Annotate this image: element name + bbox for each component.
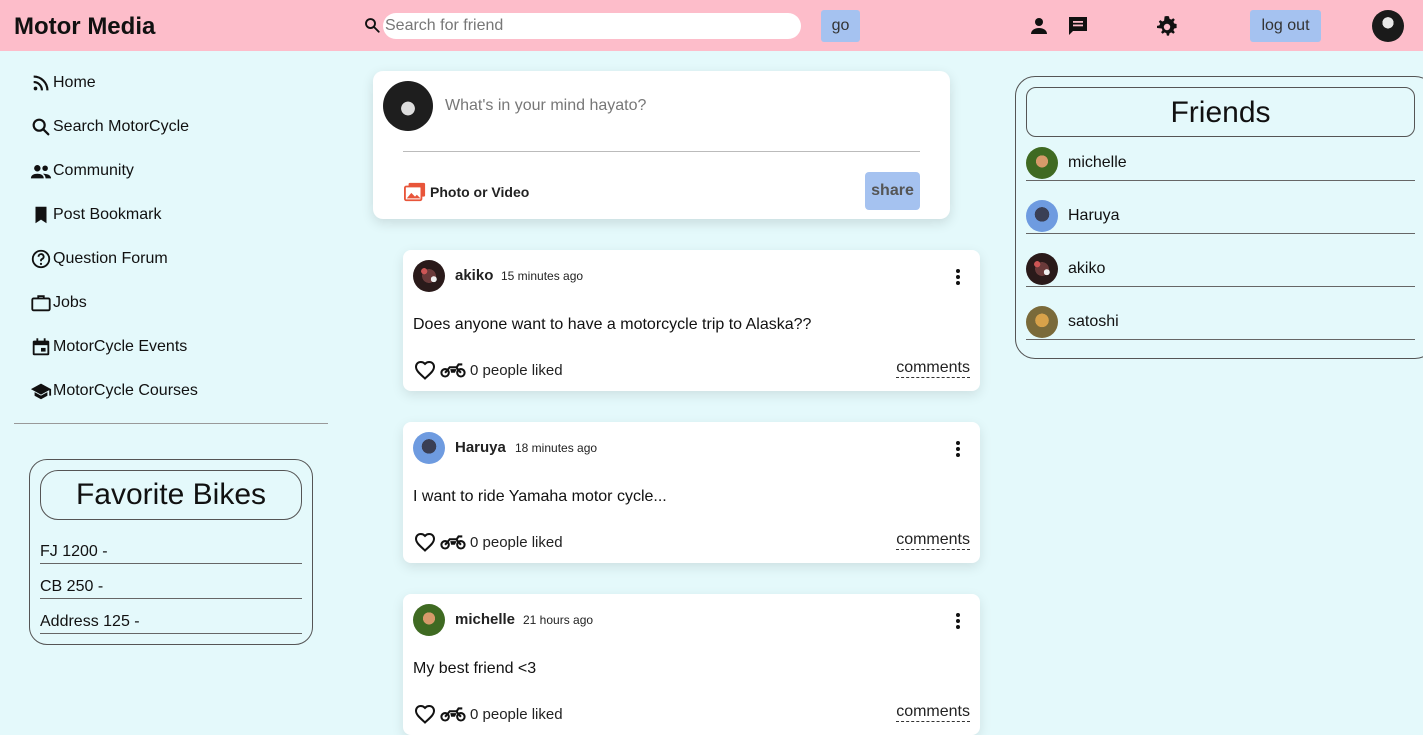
sidebar-item-search-motorcycle[interactable]: Search MotorCycle (30, 115, 189, 139)
people-icon (30, 165, 52, 179)
avatar (383, 81, 433, 131)
sidebar-item-courses[interactable]: MotorCycle Courses (30, 379, 198, 403)
like-count: 0 people liked (470, 705, 563, 723)
more-vert-icon[interactable] (948, 439, 968, 459)
share-divider (403, 151, 920, 152)
like-row: 0 people liked (413, 702, 563, 726)
app-logo[interactable]: Motor Media (14, 13, 155, 41)
post-text: My best friend <3 (413, 660, 537, 677)
post-username[interactable]: akiko (455, 267, 493, 284)
search-icon (365, 18, 380, 33)
post-username[interactable]: michelle (455, 611, 515, 628)
post-timestamp: 18 minutes ago (515, 441, 598, 455)
sidebar: Home Search MotorCycle Community Post Bo… (0, 51, 350, 735)
post-input[interactable]: What's in your mind hayato? (445, 97, 646, 115)
search-input[interactable] (383, 13, 801, 39)
avatar[interactable] (413, 604, 445, 636)
search-icon (32, 118, 50, 136)
more-vert-icon[interactable] (948, 611, 968, 631)
share-box: What's in your mind hayato? Photo or Vid… (373, 71, 950, 219)
like-count: 0 people liked (470, 361, 563, 379)
friend-name: akiko (1068, 260, 1106, 277)
avatar (1026, 306, 1058, 338)
motorcycle-icon[interactable] (440, 533, 466, 551)
post-card: akiko 15 minutes ago Does anyone want to… (403, 250, 980, 391)
more-vert-icon[interactable] (948, 267, 968, 287)
sidebar-item-label: MotorCycle Courses (53, 382, 198, 399)
friends-panel: Friends michelle Haruya akiko satoshi (1015, 76, 1423, 359)
graduation-cap-icon (30, 383, 52, 400)
post-card: michelle 21 hours ago My best friend <3 … (403, 594, 980, 735)
go-button[interactable]: go (821, 10, 860, 42)
comments-link[interactable]: comments (896, 359, 970, 378)
like-row: 0 people liked (413, 530, 563, 554)
motorcycle-icon[interactable] (440, 361, 466, 379)
post-card: Haruya 18 minutes ago I want to ride Yam… (403, 422, 980, 563)
photo-video-label: Photo or Video (430, 184, 530, 200)
sidebar-item-bookmark[interactable]: Post Bookmark (30, 203, 161, 227)
photo-icon (403, 182, 426, 202)
friend-item[interactable]: michelle (1026, 147, 1415, 181)
question-icon (31, 249, 51, 269)
chat-icon[interactable] (1066, 14, 1090, 38)
friend-name: Haruya (1068, 207, 1120, 224)
sidebar-item-events[interactable]: MotorCycle Events (30, 335, 187, 359)
heart-icon[interactable] (413, 358, 437, 382)
friend-item[interactable]: satoshi (1026, 306, 1415, 340)
motorcycle-icon[interactable] (440, 705, 466, 723)
top-bar: Motor Media go log out (0, 0, 1423, 51)
avatar[interactable] (1372, 10, 1404, 42)
comments-link[interactable]: comments (896, 531, 970, 550)
post-username[interactable]: Haruya (455, 439, 506, 456)
favorite-bikes-panel: Favorite Bikes FJ 1200 - CB 250 - Addres… (29, 459, 313, 645)
post-timestamp: 15 minutes ago (501, 269, 584, 283)
avatar (1026, 253, 1058, 285)
post-timestamp: 21 hours ago (523, 613, 594, 627)
avatar (1026, 200, 1058, 232)
comments-link[interactable]: comments (896, 703, 970, 722)
avatar[interactable] (413, 432, 445, 464)
sidebar-item-home[interactable]: Home (30, 71, 96, 95)
friend-item[interactable]: Haruya (1026, 200, 1415, 234)
sidebar-item-label: Jobs (53, 294, 87, 311)
rss-icon (33, 75, 49, 91)
post-text: Does anyone want to have a motorcycle tr… (413, 316, 812, 333)
favorite-bikes-title: Favorite Bikes (40, 470, 302, 520)
post-text: I want to ride Yamaha motor cycle... (413, 488, 667, 505)
friend-name: michelle (1068, 154, 1127, 171)
sidebar-item-label: Question Forum (53, 250, 168, 267)
sidebar-item-label: Search MotorCycle (53, 118, 190, 135)
person-icon[interactable] (1027, 14, 1051, 38)
sidebar-item-question-forum[interactable]: Question Forum (30, 247, 168, 271)
sidebar-item-label: Home (53, 74, 96, 91)
photo-video-button[interactable]: Photo or Video (403, 181, 529, 203)
friend-name: satoshi (1068, 313, 1119, 330)
like-row: 0 people liked (413, 358, 563, 382)
share-button[interactable]: share (865, 172, 920, 210)
briefcase-icon (31, 295, 51, 312)
calendar-icon (32, 338, 50, 356)
friend-item[interactable]: akiko (1026, 253, 1415, 287)
avatar[interactable] (413, 260, 445, 292)
sidebar-item-label: MotorCycle Events (53, 338, 188, 355)
sidebar-divider (14, 423, 328, 424)
sidebar-item-label: Post Bookmark (53, 206, 162, 223)
sidebar-item-label: Community (53, 162, 134, 179)
friends-title: Friends (1026, 87, 1415, 137)
logout-button[interactable]: log out (1250, 10, 1321, 42)
heart-icon[interactable] (413, 702, 437, 726)
favorite-bike-item[interactable]: FJ 1200 - (40, 542, 302, 564)
avatar (1026, 147, 1058, 179)
heart-icon[interactable] (413, 530, 437, 554)
sidebar-item-jobs[interactable]: Jobs (30, 291, 87, 315)
bookmark-icon (35, 206, 47, 224)
favorite-bike-item[interactable]: Address 125 - (40, 612, 302, 634)
gear-icon[interactable] (1155, 14, 1179, 38)
sidebar-item-community[interactable]: Community (30, 159, 134, 183)
like-count: 0 people liked (470, 533, 563, 551)
favorite-bike-item[interactable]: CB 250 - (40, 577, 302, 599)
